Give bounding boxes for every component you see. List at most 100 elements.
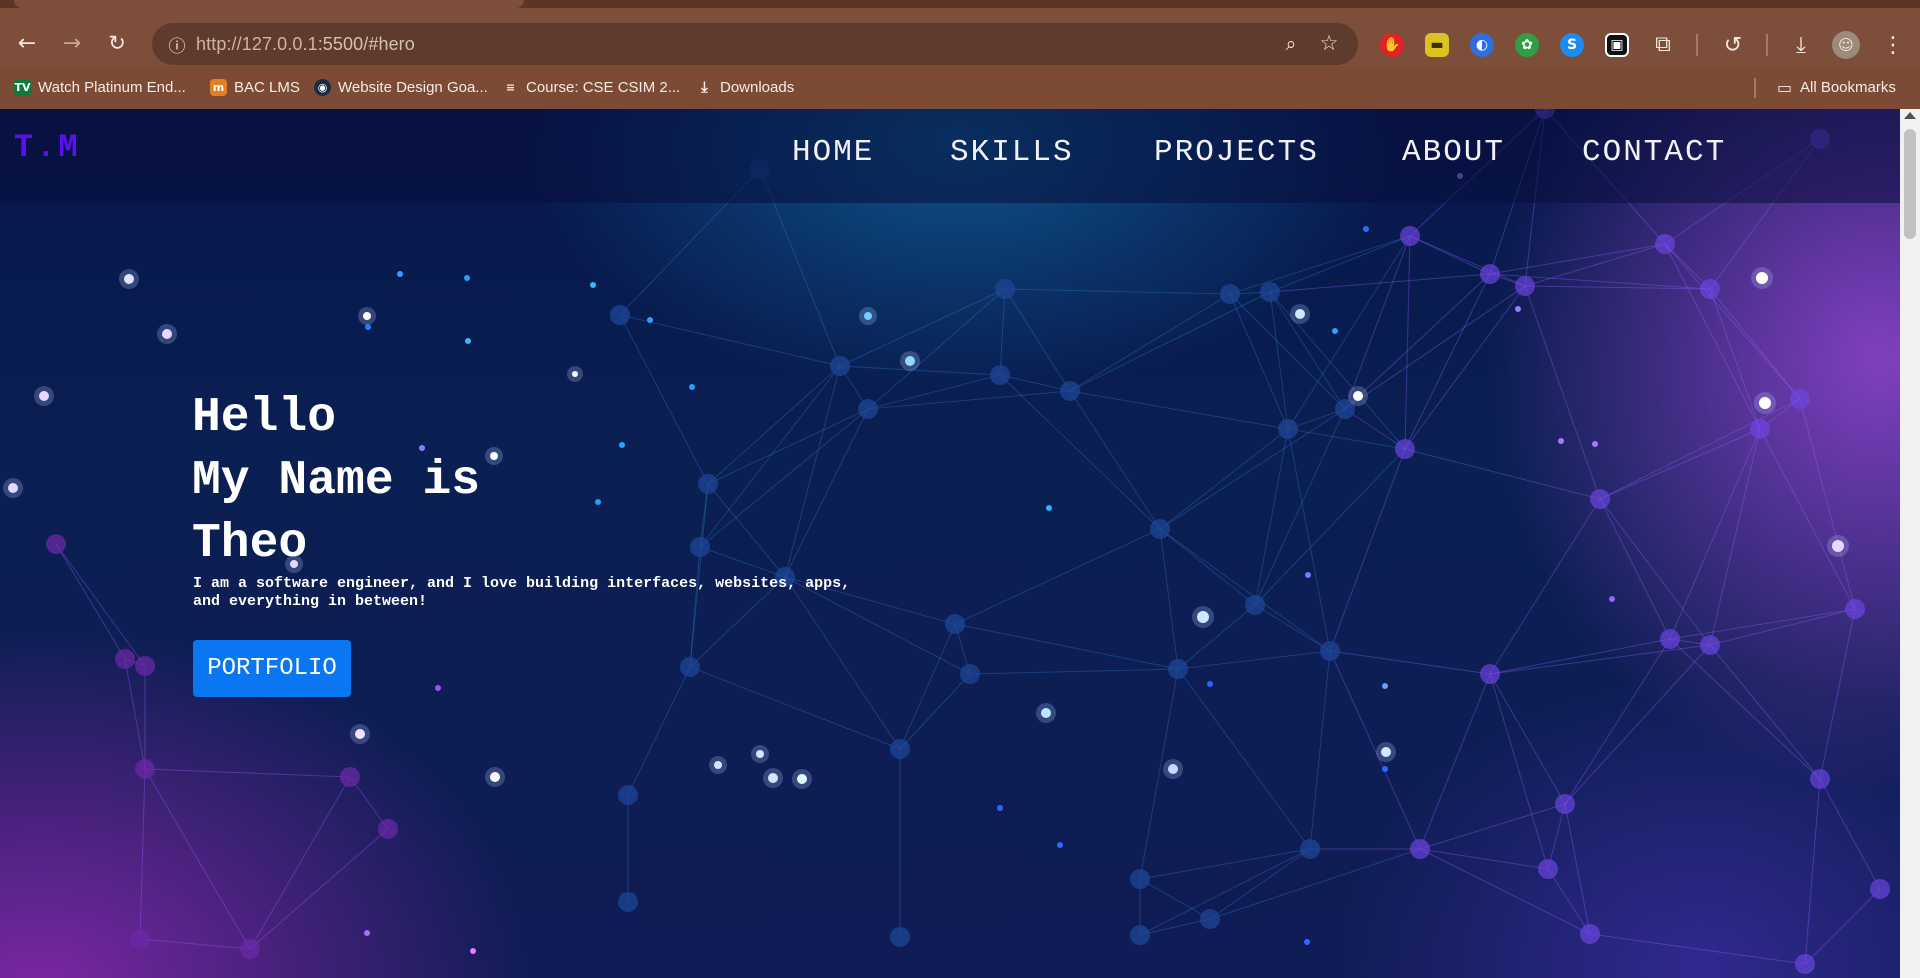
nav-about[interactable]: ABOUT [1402, 135, 1505, 170]
network-node [960, 664, 980, 684]
bookmark-item[interactable]: ≡ Course: CSE CSIM 2... [502, 76, 680, 98]
bookmark-item[interactable]: TV Watch Platinum End... [14, 76, 186, 98]
nav-home[interactable]: HOME [792, 135, 874, 170]
bookmark-label: Downloads [720, 78, 795, 96]
extension-square-icon[interactable]: ▣ [1605, 33, 1629, 57]
extension-cloud-icon[interactable]: ◐ [1470, 33, 1494, 57]
network-link [784, 408, 869, 578]
extension-shazam-icon[interactable]: S [1560, 33, 1584, 57]
network-link [1669, 638, 1821, 780]
extensions-puzzle-icon[interactable]: ⧉ [1648, 29, 1678, 59]
network-particle [470, 948, 476, 954]
address-bar[interactable]: ⓘ http://127.0.0.1:5500/#hero ⌕ ☆ [152, 23, 1358, 65]
network-link [999, 288, 1006, 376]
downloads-icon[interactable]: ⤓ [1786, 30, 1816, 60]
nav-projects[interactable]: PROJECTS [1154, 135, 1319, 170]
network-link [1069, 390, 1289, 430]
nav-skills[interactable]: SKILLS [950, 135, 1074, 170]
network-link [1287, 428, 1331, 652]
portfolio-button[interactable]: PORTFOLIO [193, 640, 351, 697]
history-icon[interactable]: ↺ [1718, 30, 1748, 60]
page-scrollbar[interactable] [1900, 109, 1920, 978]
network-node [1660, 629, 1680, 649]
extension-globe-icon[interactable]: ✿ [1515, 33, 1539, 57]
network-link [1564, 638, 1671, 805]
network-node [1220, 284, 1240, 304]
network-link [1709, 644, 1821, 780]
network-node [890, 927, 910, 947]
network-link [1254, 428, 1289, 606]
network-node [1400, 226, 1420, 246]
network-node [1260, 282, 1280, 302]
scroll-up-arrow-icon[interactable] [1904, 112, 1916, 119]
network-link [1309, 650, 1331, 850]
network-node [698, 474, 718, 494]
toolbar-separator [1766, 34, 1768, 56]
network-link [1344, 285, 1526, 410]
profile-avatar[interactable]: ☺ [1832, 31, 1860, 59]
network-particle [1207, 681, 1213, 687]
url-path: :5500/#hero [317, 34, 415, 54]
network-link [1599, 498, 1711, 646]
extension-notes-icon[interactable]: ▬ [1425, 33, 1449, 57]
active-tab[interactable] [14, 0, 524, 8]
reload-button[interactable]: ↻ [99, 25, 135, 61]
bookmark-star-icon[interactable]: ☆ [1316, 30, 1342, 56]
hero-line-hello: Hello [192, 391, 337, 445]
url-text[interactable]: http://127.0.0.1:5500/#hero [196, 34, 415, 55]
network-glow-dot [1381, 747, 1391, 757]
scroll-thumb[interactable] [1904, 129, 1916, 239]
tab-strip [0, 0, 1920, 8]
extension-adblock-icon[interactable]: ✋ [1380, 33, 1404, 57]
all-bookmarks-button[interactable]: ▭ All Bookmarks [1776, 76, 1896, 98]
all-bookmarks-label: All Bookmarks [1800, 78, 1896, 96]
network-glow-dot [363, 312, 371, 320]
nav-contact[interactable]: CONTACT [1582, 135, 1726, 170]
network-link [1069, 293, 1231, 392]
network-link [1329, 650, 1421, 850]
network-glow-dot [714, 761, 722, 769]
network-link [954, 623, 1179, 670]
network-particle [997, 805, 1003, 811]
bookmark-label: Website Design Goa... [338, 78, 488, 96]
network-link [1159, 428, 1289, 530]
bookmark-item[interactable]: ⤓ Downloads [696, 76, 794, 98]
network-link [1159, 528, 1256, 606]
network-node [1245, 595, 1265, 615]
network-node [1795, 954, 1815, 974]
network-glow-dot [1759, 397, 1771, 409]
network-link [1139, 918, 1211, 936]
bookmark-item[interactable]: ◉ Website Design Goa... [314, 76, 488, 98]
network-node [135, 759, 155, 779]
network-link [1344, 273, 1491, 410]
network-link [1254, 448, 1406, 606]
page-viewport: T.M HOME SKILLS PROJECTS ABOUT CONTACT H… [0, 109, 1900, 978]
network-glow-dot [39, 391, 49, 401]
network-node [1870, 879, 1890, 899]
zoom-icon[interactable]: ⌕ [1278, 31, 1304, 57]
network-link [1489, 243, 1666, 275]
network-link [144, 768, 251, 950]
network-node [945, 614, 965, 634]
back-button[interactable]: ← [9, 25, 45, 61]
network-link [1589, 933, 1806, 965]
menu-kebab-icon[interactable]: ⋮ [1878, 30, 1908, 60]
site-info-icon[interactable]: ⓘ [162, 29, 192, 59]
network-node [1480, 264, 1500, 284]
network-node [1580, 924, 1600, 944]
forward-button[interactable]: → [54, 25, 90, 61]
network-link [1069, 291, 1271, 392]
tv-icon: TV [14, 78, 31, 96]
network-glow-dot [768, 773, 778, 783]
site-logo[interactable]: T.M [14, 129, 81, 166]
network-glow-dot [1295, 309, 1305, 319]
browser-chrome: ← → ↻ ⓘ http://127.0.0.1:5500/#hero ⌕ ☆ … [0, 0, 1920, 109]
network-link [699, 365, 841, 548]
network-node [240, 939, 260, 959]
network-link [1489, 644, 1711, 675]
network-particle [1304, 939, 1310, 945]
network-particle [1382, 683, 1388, 689]
network-link [1709, 428, 1761, 646]
bookmark-item[interactable]: m BAC LMS [210, 76, 300, 98]
network-particle [647, 317, 653, 323]
